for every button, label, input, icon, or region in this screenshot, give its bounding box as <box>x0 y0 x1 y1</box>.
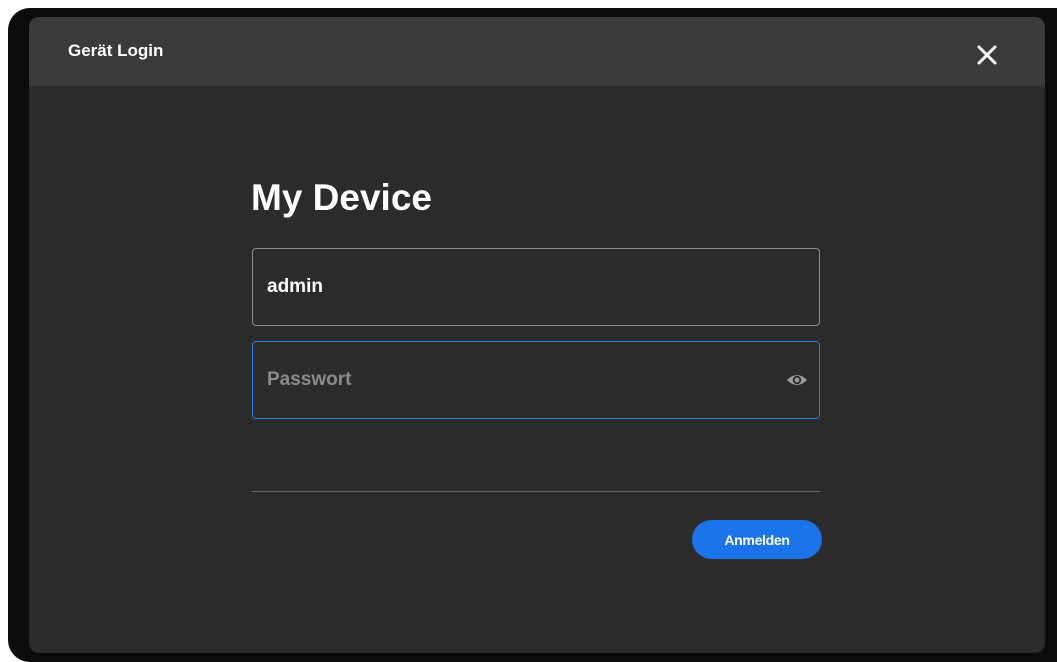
dialog-header: Gerät Login <box>29 17 1045 86</box>
username-field <box>252 248 820 326</box>
dialog-title: Gerät Login <box>68 41 164 60</box>
divider <box>252 491 820 492</box>
device-name-heading: My Device <box>251 177 432 218</box>
password-field <box>252 341 820 419</box>
username-input[interactable] <box>267 249 767 325</box>
password-input[interactable] <box>267 342 767 418</box>
login-button[interactable]: Anmelden <box>692 520 822 559</box>
close-icon[interactable] <box>972 40 1002 70</box>
login-dialog: Gerät Login My Device Anmelden <box>29 17 1045 653</box>
eye-icon[interactable] <box>786 370 808 390</box>
